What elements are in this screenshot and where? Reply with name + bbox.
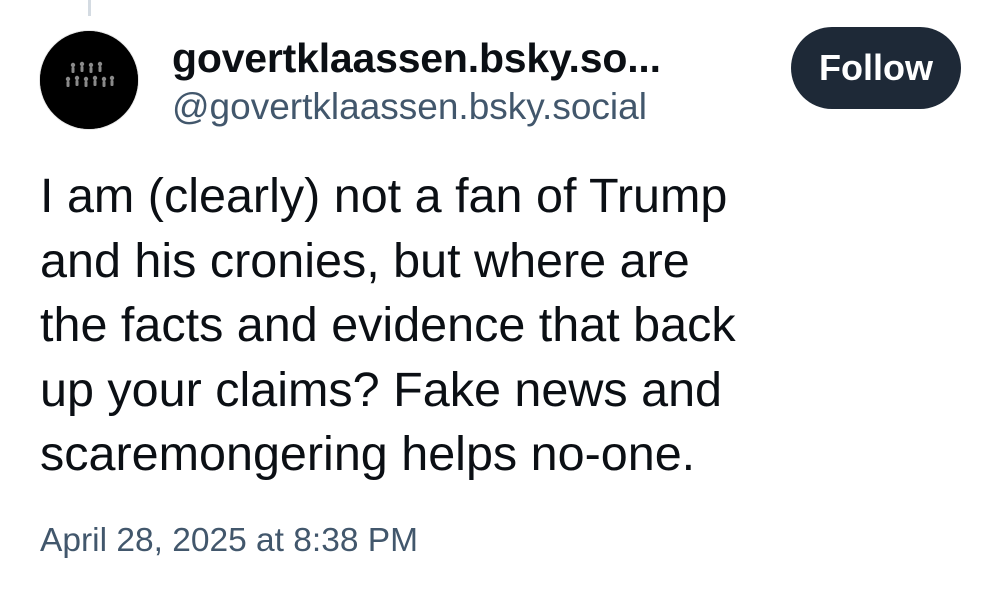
author-handle[interactable]: @govertklaassen.bsky.social [172, 84, 647, 130]
thread-connector-line [88, 0, 91, 16]
avatar-image [40, 31, 138, 129]
post-text-line: up your claims? Fake news and [40, 362, 723, 417]
author-display-name[interactable]: govertklaassen.bsky.so... [172, 32, 752, 84]
post-text-line: and his cronies, but where are [40, 233, 690, 288]
post-text: I am (clearly) not a fan of Trump and hi… [40, 164, 920, 487]
author-avatar[interactable] [40, 31, 138, 129]
post-text-line: the facts and evidence that back [40, 298, 736, 352]
follow-button[interactable]: Follow [791, 27, 961, 109]
post-card: govertklaassen.bsky.so... @govertklaasse… [0, 0, 1000, 593]
post-text-line: I am (clearly) not a fan of Trump [40, 169, 728, 223]
post-timestamp[interactable]: April 28, 2025 at 8:38 PM [40, 518, 418, 564]
post-text-line: scaremongering helps no-one. [40, 427, 696, 481]
